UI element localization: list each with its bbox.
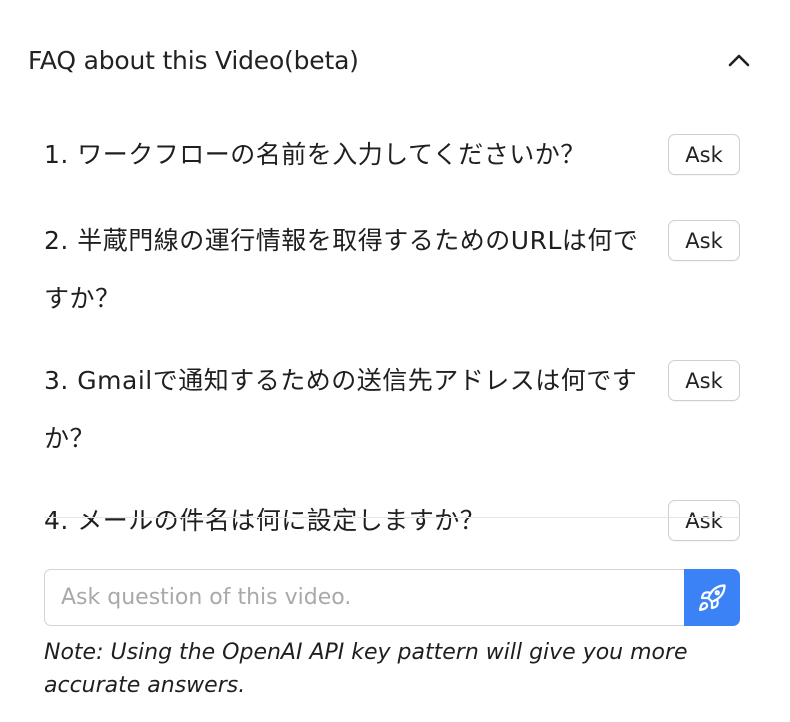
faq-item: 3. Gmailで通知するための送信先アドレスは何ですか？ Ask bbox=[44, 360, 740, 468]
faq-list: 1. ワークフローの名前を入力してくださいか？ Ask 2. 半蔵門線の運行情報… bbox=[44, 134, 740, 586]
ask-question-input[interactable] bbox=[44, 569, 684, 626]
ask-button[interactable]: Ask bbox=[668, 500, 740, 541]
faq-question: 4. メールの件名は何に設定しますか？ bbox=[44, 506, 486, 535]
faq-panel: FAQ about this Video(beta) 1. ワークフローの名前を… bbox=[0, 0, 790, 722]
faq-item: 1. ワークフローの名前を入力してくださいか？ Ask bbox=[44, 134, 740, 184]
faq-question: 1. ワークフローの名前を入力してくださいか？ bbox=[44, 140, 586, 169]
faq-title: FAQ about this Video(beta) bbox=[28, 45, 359, 75]
faq-item: 4. メールの件名は何に設定しますか？ Ask bbox=[44, 500, 740, 550]
chevron-up-icon[interactable] bbox=[726, 47, 752, 73]
ask-form bbox=[44, 569, 740, 626]
divider bbox=[44, 517, 740, 518]
faq-item: 2. 半蔵門線の運行情報を取得するためのURLは何ですか？ Ask bbox=[44, 220, 740, 328]
send-question-button[interactable] bbox=[684, 569, 740, 626]
ask-button[interactable]: Ask bbox=[668, 134, 740, 175]
ask-button[interactable]: Ask bbox=[668, 220, 740, 261]
ask-button[interactable]: Ask bbox=[668, 360, 740, 401]
rocket-icon bbox=[697, 583, 727, 613]
api-key-note: Note: Using the OpenAI API key pattern w… bbox=[44, 640, 688, 698]
faq-header[interactable]: FAQ about this Video(beta) bbox=[28, 38, 758, 82]
faq-question: 2. 半蔵門線の運行情報を取得するためのURLは何ですか？ bbox=[44, 226, 639, 313]
faq-question: 3. Gmailで通知するための送信先アドレスは何ですか？ bbox=[44, 366, 638, 453]
